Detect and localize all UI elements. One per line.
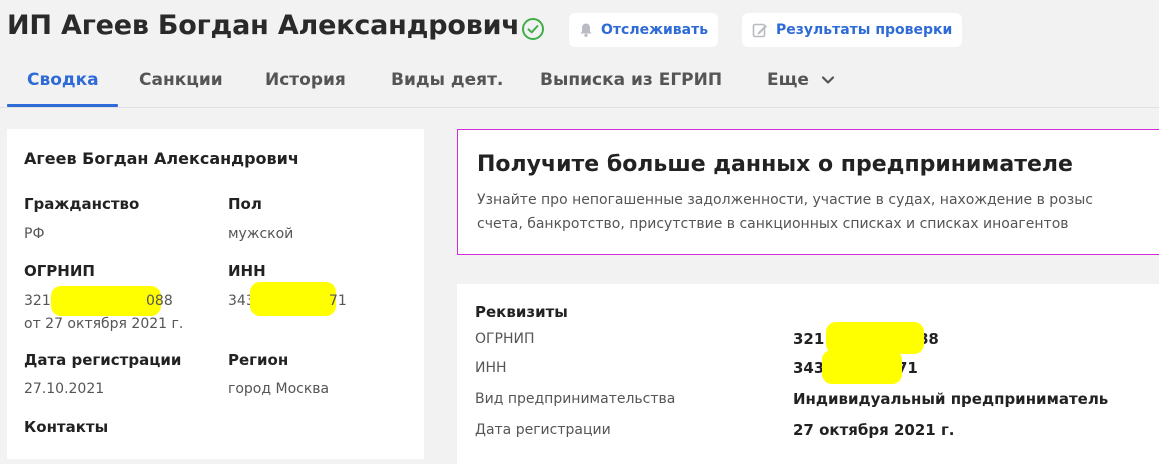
citizenship-label: Гражданство bbox=[24, 195, 140, 213]
inn-label: ИНН bbox=[228, 262, 266, 280]
citizenship-value: РФ bbox=[24, 226, 45, 242]
check-circle-icon bbox=[522, 18, 544, 40]
req-inn-label: ИНН bbox=[475, 360, 507, 376]
bell-icon bbox=[580, 23, 592, 37]
region-label: Регион bbox=[228, 351, 289, 369]
summary-card: Агеев Богдан Александрович Гражданство Р… bbox=[7, 129, 424, 459]
req-reg-date-label: Дата регистрации bbox=[475, 422, 611, 438]
promo-text-line-1: Узнайте про непогашенные задолженности, … bbox=[477, 192, 1093, 208]
page-title: ИП Агеев Богдан Александрович bbox=[7, 10, 520, 41]
tab-more[interactable]: Еще bbox=[767, 70, 835, 90]
ogrnip-date: от 27 октября 2021 г. bbox=[24, 316, 184, 332]
tab-activities[interactable]: Виды деят. bbox=[391, 70, 503, 90]
req-type-value: Индивидуальный предприниматель bbox=[793, 390, 1109, 408]
registration-date-label: Дата регистрации bbox=[24, 351, 182, 369]
edit-document-icon bbox=[752, 23, 767, 38]
tab-egrip-extract[interactable]: Выписка из ЕГРИП bbox=[540, 70, 722, 90]
tab-bar: Сводка Санкции История Виды деят. Выписк… bbox=[0, 60, 1159, 108]
page-header: ИП Агеев Богдан Александрович Отслеживат… bbox=[0, 0, 1159, 112]
req-reg-date-value: 27 октября 2021 г. bbox=[793, 421, 955, 439]
sex-value: мужской bbox=[228, 226, 294, 242]
requisites-card: Реквизиты ОГРНИП 321 88 ИНН 343 71 Вид п… bbox=[457, 284, 1159, 464]
tab-more-label: Еще bbox=[767, 70, 809, 90]
req-type-label: Вид предпринимательства bbox=[475, 391, 676, 407]
person-name: Агеев Богдан Александрович bbox=[24, 149, 299, 168]
ogrnip-suffix: 088 bbox=[146, 293, 173, 309]
check-results-button[interactable]: Результаты проверки bbox=[742, 13, 963, 47]
region-value: город Москва bbox=[228, 381, 330, 397]
redaction-mark bbox=[250, 282, 336, 316]
redaction-mark bbox=[51, 286, 161, 316]
tab-sanctions[interactable]: Санкции bbox=[139, 70, 223, 90]
promo-title: Получите больше данных о предпринимателе bbox=[477, 152, 1073, 177]
tab-history[interactable]: История bbox=[265, 70, 346, 90]
requisites-title: Реквизиты bbox=[475, 303, 568, 321]
check-results-label: Результаты проверки bbox=[776, 22, 953, 38]
ogrnip-label: ОГРНИП bbox=[24, 262, 95, 280]
promo-banner[interactable]: Получите больше данных о предпринимателе… bbox=[457, 129, 1159, 255]
req-ogrnip-prefix: 321 bbox=[793, 330, 825, 348]
inn-suffix: 71 bbox=[329, 293, 347, 309]
track-button-label: Отслеживать bbox=[601, 22, 709, 38]
track-button[interactable]: Отслеживать bbox=[569, 13, 719, 47]
tabs-divider bbox=[0, 107, 1159, 108]
contacts-label: Контакты bbox=[24, 418, 109, 436]
req-inn-prefix: 343 bbox=[793, 359, 825, 377]
promo-text-line-2: счета, банкротство, присутствие в санкци… bbox=[477, 216, 1069, 232]
chevron-down-icon bbox=[821, 76, 834, 84]
redaction-mark bbox=[822, 350, 902, 384]
req-ogrnip-label: ОГРНИП bbox=[475, 331, 535, 347]
sex-label: Пол bbox=[228, 195, 262, 213]
tab-summary[interactable]: Сводка bbox=[27, 70, 99, 90]
registration-date-value: 27.10.2021 bbox=[24, 381, 105, 397]
